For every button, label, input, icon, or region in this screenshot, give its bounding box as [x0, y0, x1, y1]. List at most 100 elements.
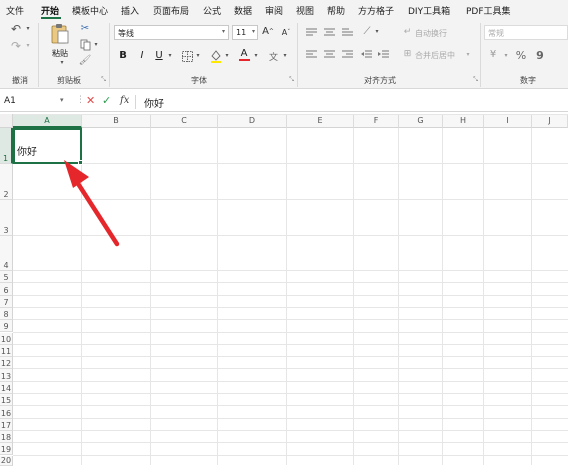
underline-dropdown-icon[interactable]: ▾	[166, 52, 174, 60]
wrap-text-icon[interactable]: ↵	[402, 27, 413, 37]
comma-style-button[interactable]: 9	[534, 49, 546, 61]
italic-button[interactable]: I	[136, 50, 148, 62]
borders-icon[interactable]	[181, 50, 193, 62]
align-top-icon[interactable]	[305, 27, 317, 37]
bold-button[interactable]: B	[117, 50, 129, 62]
merge-center-button[interactable]: 合并后居中	[415, 50, 455, 61]
tab-formulas[interactable]: 公式	[203, 4, 221, 17]
align-left-icon[interactable]	[305, 49, 317, 59]
currency-dropdown-icon[interactable]: ▾	[502, 52, 510, 60]
tab-help[interactable]: 帮助	[327, 4, 345, 17]
row-header-8[interactable]: 8	[0, 307, 13, 321]
copy-icon[interactable]	[79, 39, 91, 51]
row-header-16[interactable]: 16	[0, 406, 13, 419]
tab-data[interactable]: 数据	[234, 4, 252, 17]
insert-function-button[interactable]: fx	[120, 95, 129, 106]
row-header-11[interactable]: 11	[0, 344, 13, 358]
row-header-19[interactable]: 19	[0, 443, 13, 456]
redo-icon[interactable]: ↷	[9, 39, 23, 53]
paste-label[interactable]: 粘贴	[52, 48, 68, 59]
column-header-i[interactable]: I	[484, 114, 532, 128]
tab-template-center[interactable]: 模板中心	[72, 4, 108, 17]
column-header-d[interactable]: D	[218, 114, 287, 128]
paste-dropdown-icon[interactable]: ▾	[58, 59, 66, 67]
formula-input[interactable]: 你好	[144, 95, 164, 110]
row-header-17[interactable]: 17	[0, 418, 13, 431]
fill-color-icon[interactable]	[210, 49, 222, 63]
font-name-select[interactable]: 等线 ▾	[114, 25, 229, 40]
clipboard-launcher-icon[interactable]: ⤡	[100, 76, 107, 83]
row-header-13[interactable]: 13	[0, 369, 13, 382]
align-bottom-icon[interactable]	[341, 27, 353, 37]
currency-icon[interactable]: ¥	[487, 49, 499, 61]
cut-icon[interactable]: ✂	[79, 23, 91, 35]
tab-page-layout[interactable]: 页面布局	[153, 4, 189, 17]
merge-center-icon[interactable]: ⊞	[402, 49, 413, 59]
worksheet-grid[interactable]: ABCDEFGHIJ 1 2 3 4 5 6 7 8 9 10 11 12 13 14 15 16 17 18 19…	[0, 114, 568, 466]
redo-dropdown-icon[interactable]: ▾	[24, 41, 32, 51]
column-header-j[interactable]: J	[532, 114, 568, 128]
row-header-5[interactable]: 5	[0, 271, 13, 284]
row-header-2[interactable]: 2	[0, 164, 13, 200]
align-right-icon[interactable]	[341, 49, 353, 59]
orientation-icon[interactable]: ⟋	[360, 26, 374, 38]
paste-icon[interactable]	[50, 23, 70, 45]
row-header-1[interactable]: 1	[0, 128, 13, 164]
column-header-e[interactable]: E	[287, 114, 354, 128]
font-size-select[interactable]: 11 ▾	[232, 25, 258, 40]
undo-dropdown-icon[interactable]: ▾	[24, 24, 32, 34]
name-box-dropdown-icon[interactable]: ▾	[60, 96, 64, 104]
name-box[interactable]: A1	[4, 96, 16, 106]
confirm-entry-icon[interactable]: ✓	[102, 94, 111, 107]
phonetic-guide-icon[interactable]: 文	[268, 50, 280, 62]
increase-font-size-icon[interactable]: A ^	[262, 26, 274, 38]
tab-fangfang[interactable]: 方方格子	[358, 4, 394, 17]
column-header-f[interactable]: F	[354, 114, 399, 128]
tab-review[interactable]: 审阅	[265, 4, 283, 17]
font-launcher-icon[interactable]: ⤡	[288, 76, 295, 83]
row-header-18[interactable]: 18	[0, 430, 13, 444]
fill-color-dropdown-icon[interactable]: ▾	[223, 52, 231, 60]
column-header-a[interactable]: A	[13, 114, 82, 128]
row-header-7[interactable]: 7	[0, 295, 13, 308]
wrap-text-button[interactable]: 自动换行	[415, 28, 447, 39]
orientation-dropdown-icon[interactable]: ▾	[373, 28, 381, 36]
font-color-dropdown-icon[interactable]: ▾	[252, 52, 260, 60]
tab-diy-toolbox[interactable]: DIY工具箱	[408, 4, 450, 17]
column-header-g[interactable]: G	[399, 114, 443, 128]
row-header-4[interactable]: 4	[0, 236, 13, 271]
column-header-h[interactable]: H	[443, 114, 484, 128]
copy-dropdown-icon[interactable]: ▾	[92, 41, 100, 49]
row-header-6[interactable]: 6	[0, 283, 13, 296]
row-header-3[interactable]: 3	[0, 200, 13, 236]
tab-view[interactable]: 视图	[296, 4, 314, 17]
tab-file[interactable]: 文件	[6, 4, 24, 17]
tab-pdf-tools[interactable]: PDF工具集	[466, 4, 511, 17]
row-header-15[interactable]: 15	[0, 394, 13, 407]
phonetic-dropdown-icon[interactable]: ▾	[281, 52, 289, 60]
row-header-20[interactable]: 20	[0, 455, 13, 466]
column-header-c[interactable]: C	[151, 114, 218, 128]
increase-indent-icon[interactable]	[377, 49, 389, 59]
borders-dropdown-icon[interactable]: ▾	[194, 52, 202, 60]
format-painter-icon[interactable]: 🖌	[79, 55, 92, 67]
row-header-9[interactable]: 9	[0, 320, 13, 333]
align-middle-icon[interactable]	[323, 27, 335, 37]
decrease-indent-icon[interactable]	[360, 49, 372, 59]
tab-insert[interactable]: 插入	[121, 4, 139, 17]
cancel-entry-icon[interactable]: ✕	[86, 94, 95, 107]
font-color-icon[interactable]: A	[238, 48, 250, 62]
column-header-b[interactable]: B	[82, 114, 151, 128]
decrease-font-size-icon[interactable]: Aˇ	[280, 27, 292, 39]
underline-button[interactable]: U	[153, 50, 165, 62]
percent-button[interactable]: %	[515, 49, 527, 61]
select-all-corner[interactable]	[0, 114, 13, 128]
alignment-launcher-icon[interactable]: ⤡	[472, 76, 479, 83]
number-format-select[interactable]: 常规	[484, 25, 568, 40]
undo-icon[interactable]: ↶	[9, 22, 23, 36]
tab-home[interactable]: 开始	[41, 4, 59, 17]
merge-dropdown-icon[interactable]: ▾	[464, 51, 472, 59]
row-header-10[interactable]: 10	[0, 332, 13, 345]
row-header-14[interactable]: 14	[0, 381, 13, 394]
more-options-icon[interactable]: ⋮	[76, 95, 85, 105]
